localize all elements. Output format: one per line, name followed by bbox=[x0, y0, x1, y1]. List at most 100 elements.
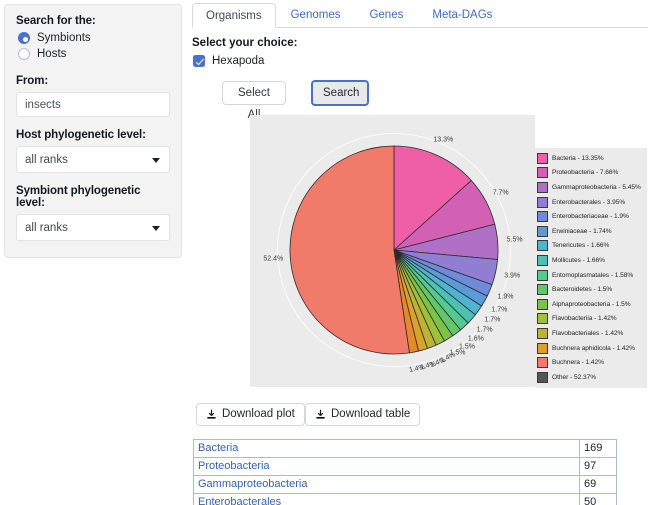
tab-genes[interactable]: Genes bbox=[355, 2, 417, 27]
legend-label: Buchnera aphidicola - 1.42% bbox=[552, 344, 635, 352]
legend-label: Flavobacteriales - 1.42% bbox=[552, 329, 624, 337]
download-plot-button[interactable]: Download plot bbox=[196, 403, 305, 426]
legend-item: Proteobacteria - 7.66% bbox=[537, 166, 645, 181]
pie-slice-label: 1.7% bbox=[476, 326, 493, 334]
legend-item: Bacteroidetes - 1.5% bbox=[537, 282, 645, 297]
pie-slice-label: 1.7% bbox=[484, 316, 501, 324]
legend-item: Other - 52.37% bbox=[537, 370, 645, 385]
legend-label: Enterobacteriaceae - 1.9% bbox=[552, 213, 629, 221]
pie-chart-panel: 13.3% 7.7% 5.5% 3.9% 1.9% 1.7% 1.7% 1.7% 1.6% 1.5… bbox=[250, 115, 535, 387]
legend-label: Proteobacteria - 7.66% bbox=[552, 169, 619, 177]
pie-slice-label: 1.6% bbox=[467, 335, 484, 343]
pie-svg bbox=[289, 145, 499, 355]
pie-slice-label: 7.7% bbox=[492, 189, 509, 197]
pie-slice-label: 3.9% bbox=[504, 272, 521, 280]
chevron-down-icon bbox=[152, 225, 160, 231]
table-row: Proteobacteria 97 bbox=[193, 457, 617, 476]
from-label: From: bbox=[16, 75, 49, 87]
legend-swatch bbox=[537, 196, 548, 208]
legend-swatch bbox=[537, 269, 548, 281]
table-cell-name[interactable]: Bacteria bbox=[193, 439, 580, 458]
legend-label: Bacteroidetes - 1.5% bbox=[552, 286, 613, 294]
pie-slice-label: 5.5% bbox=[506, 236, 523, 244]
legend-swatch bbox=[537, 181, 548, 193]
legend-swatch bbox=[537, 254, 548, 266]
tab-genomes[interactable]: Genomes bbox=[277, 2, 355, 27]
legend-label: Alphaproteobacteria - 1.5% bbox=[552, 300, 631, 308]
download-table-label: Download table bbox=[331, 408, 411, 420]
legend-swatch bbox=[537, 225, 548, 237]
download-table-button[interactable]: Download table bbox=[305, 403, 421, 426]
table-cell-count: 69 bbox=[579, 475, 617, 494]
legend-swatch bbox=[537, 240, 548, 252]
legend-item: Entomoplasmatales - 1.58% bbox=[537, 268, 645, 283]
legend-swatch bbox=[537, 152, 548, 164]
table-cell-count: 97 bbox=[579, 457, 617, 476]
select-all-button[interactable]: Select All bbox=[222, 81, 286, 121]
table-cell-name[interactable]: Enterobacterales bbox=[193, 493, 580, 505]
table-row: Enterobacterales 50 bbox=[193, 493, 617, 505]
pie-slice-label: 52.4% bbox=[263, 255, 284, 263]
host-level-select[interactable]: all ranks bbox=[16, 146, 170, 173]
legend-item: Tenericutes - 1.66% bbox=[537, 239, 645, 254]
legend-swatch bbox=[537, 298, 548, 310]
search-panel: Search for the: Symbionts Hosts From: Ho… bbox=[4, 4, 182, 258]
legend-label: Enterobacterales - 3.95% bbox=[552, 198, 626, 206]
legend-item: Buchnera - 1.42% bbox=[537, 355, 645, 370]
chart-legend: Bacteria - 13.35% Proteobacteria - 7.66% G… bbox=[535, 148, 647, 388]
host-level-label: Host phylogenetic level: bbox=[16, 129, 146, 141]
host-level-value: all ranks bbox=[25, 153, 68, 166]
from-input[interactable] bbox=[16, 92, 170, 117]
tab-bar: Organisms Genomes Genes Meta-DAGs bbox=[192, 2, 648, 28]
download-plot-label: Download plot bbox=[222, 408, 295, 420]
results-table: Bacteria 169 Proteobacteria 97 Gammaproteoba… bbox=[193, 439, 617, 505]
legend-item: Gammaproteobacteria - 5.45% bbox=[537, 180, 645, 195]
radio-symbionts-label: Symbionts bbox=[37, 32, 91, 44]
legend-swatch bbox=[537, 167, 548, 179]
pie-slice-label: 1.7% bbox=[491, 306, 508, 313]
legend-item: Flavobacteriales - 1.42% bbox=[537, 326, 645, 341]
download-icon bbox=[316, 409, 325, 419]
checkbox-option-hexapoda[interactable]: Hexapoda bbox=[193, 55, 264, 67]
symbiont-level-select[interactable]: all ranks bbox=[16, 214, 170, 241]
radio-symbionts-icon[interactable] bbox=[18, 32, 30, 44]
legend-item: Alphaproteobacteria - 1.5% bbox=[537, 297, 645, 312]
legend-label: Entomoplasmatales - 1.58% bbox=[552, 271, 634, 279]
legend-item: Bacteria - 13.35% bbox=[537, 151, 645, 166]
legend-label: Bacteria - 13.35% bbox=[552, 154, 604, 162]
legend-swatch bbox=[537, 342, 548, 354]
legend-swatch bbox=[537, 371, 548, 383]
tab-organisms[interactable]: Organisms bbox=[192, 3, 276, 28]
checkbox-hexapoda-icon[interactable] bbox=[193, 55, 205, 67]
search-button[interactable]: Search bbox=[311, 80, 369, 106]
legend-item: Mollicutes - 1.66% bbox=[537, 253, 645, 268]
table-cell-name[interactable]: Gammaproteobacteria bbox=[193, 475, 580, 494]
tab-meta-dags[interactable]: Meta-DAGs bbox=[418, 2, 506, 27]
legend-item: Erwiniaceae - 1.74% bbox=[537, 224, 645, 239]
legend-item: Enterobacteriaceae - 1.9% bbox=[537, 209, 645, 224]
symbiont-level-label: Symbiont phylogenetic level: bbox=[16, 185, 141, 209]
radio-option-hosts[interactable]: Hosts bbox=[18, 48, 170, 60]
legend-label: Flavobacteriia - 1.42% bbox=[552, 315, 617, 323]
symbiont-level-value: all ranks bbox=[25, 221, 68, 234]
legend-item: Flavobacteriia - 1.42% bbox=[537, 312, 645, 327]
legend-swatch bbox=[537, 313, 548, 325]
legend-swatch bbox=[537, 284, 548, 296]
pie-chart[interactable]: 13.3% 7.7% 5.5% 3.9% 1.9% 1.7% 1.7% 1.7% 1.6% 1.5… bbox=[263, 125, 523, 375]
pie-slice[interactable] bbox=[289, 145, 410, 355]
table-cell-name[interactable]: Proteobacteria bbox=[193, 457, 580, 476]
radio-hosts-icon[interactable] bbox=[18, 48, 30, 60]
pie-slice-label: 13.3% bbox=[433, 136, 454, 143]
table-row: Bacteria 169 bbox=[193, 439, 617, 458]
chevron-down-icon bbox=[152, 157, 160, 163]
legend-swatch bbox=[537, 327, 548, 339]
legend-label: Mollicutes - 1.66% bbox=[552, 256, 605, 264]
legend-label: Gammaproteobacteria - 5.45% bbox=[552, 183, 641, 191]
legend-item: Enterobacterales - 3.95% bbox=[537, 195, 645, 210]
legend-label: Tenericutes - 1.66% bbox=[552, 242, 610, 250]
legend-swatch bbox=[537, 211, 548, 223]
radio-option-symbionts[interactable]: Symbionts bbox=[18, 32, 170, 44]
